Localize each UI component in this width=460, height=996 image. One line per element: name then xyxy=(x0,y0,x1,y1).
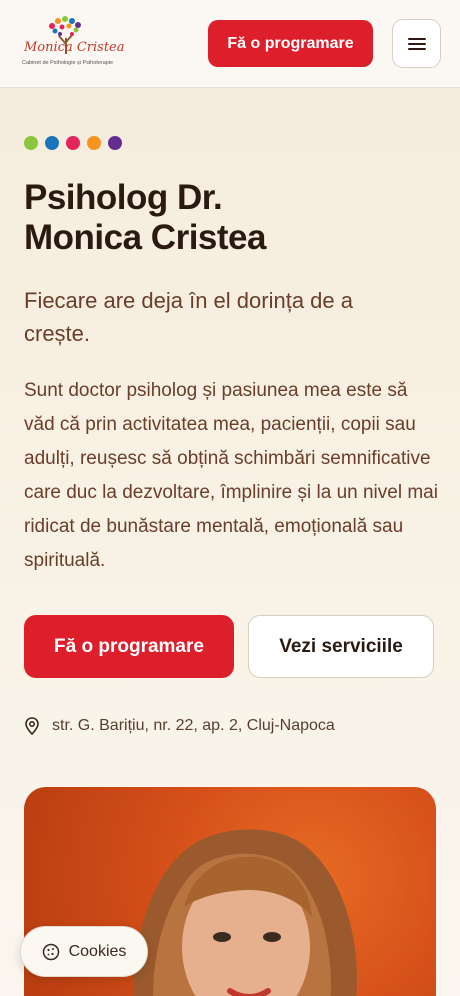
logo-name: Monica Cristea xyxy=(24,40,125,55)
address[interactable]: str. G. Barițiu, nr. 22, ap. 2, Cluj-Nap… xyxy=(24,714,335,738)
cookies-button[interactable]: Cookies xyxy=(20,926,148,977)
view-services-button[interactable]: Vezi serviciile xyxy=(248,615,434,678)
location-pin-icon xyxy=(25,717,39,735)
cookie-icon xyxy=(42,943,59,960)
title-line-2: Monica Cristea xyxy=(24,218,266,257)
address-text: str. G. Barițiu, nr. 22, ap. 2, Cluj-Nap… xyxy=(52,717,335,734)
header-appointment-button[interactable]: Fă o programare xyxy=(208,20,373,67)
color-dot xyxy=(108,136,122,150)
hero-subtitle: Fiecare are deja în el dorința de a creș… xyxy=(24,288,353,346)
site-header: Monica Cristea Cabinet de Psihologie și … xyxy=(0,0,460,88)
color-dot xyxy=(66,136,80,150)
color-dot xyxy=(87,136,101,150)
title-line-1: Psiholog Dr. xyxy=(24,178,223,217)
color-dot xyxy=(45,136,59,150)
color-dots xyxy=(24,136,122,150)
hero-description: Sunt doctor psiholog și pasiunea mea est… xyxy=(24,380,438,571)
hamburger-menu-icon xyxy=(407,37,426,50)
site-logo[interactable]: Monica Cristea Cabinet de Psihologie și … xyxy=(22,16,125,70)
cookies-label: Cookies xyxy=(68,942,127,960)
appointment-button[interactable]: Fă o programare xyxy=(24,615,234,678)
menu-button[interactable] xyxy=(392,19,441,68)
page-title: Psiholog Dr. Monica Cristea xyxy=(24,178,436,258)
color-dot xyxy=(24,136,38,150)
logo-tagline: Cabinet de Psihologie și Psihoterapie xyxy=(22,60,114,66)
